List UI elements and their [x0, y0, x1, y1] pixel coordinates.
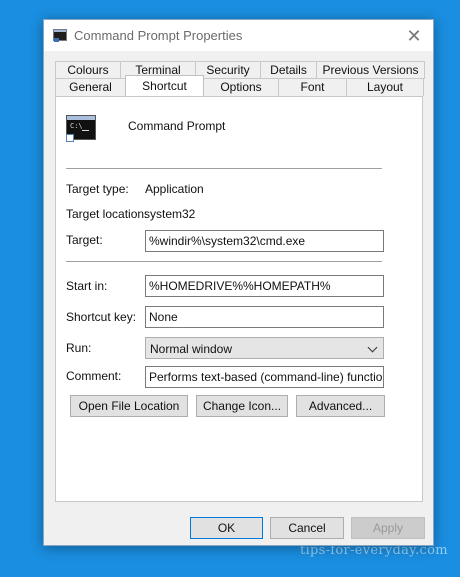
- tab-row-back: Colours Terminal Security Details Previo…: [55, 61, 425, 79]
- tab-row-front: General Shortcut Options Font Layout: [55, 75, 424, 96]
- tab-previous-versions[interactable]: Previous Versions: [316, 61, 425, 79]
- run-label: Run:: [66, 341, 92, 355]
- chevron-down-icon: [367, 342, 378, 353]
- target-type-value: Application: [145, 182, 204, 196]
- shortcut-arrow-icon: [66, 134, 74, 142]
- apply-button[interactable]: Apply: [351, 517, 425, 539]
- separator: [66, 168, 382, 169]
- start-in-label: Start in:: [66, 279, 108, 293]
- target-input[interactable]: %windir%\system32\cmd.exe: [145, 230, 384, 252]
- window-title: Command Prompt Properties: [74, 28, 243, 43]
- target-type-label: Target type:: [66, 182, 129, 196]
- shortcut-name: Command Prompt: [128, 119, 226, 133]
- change-icon-button[interactable]: Change Icon...: [196, 395, 288, 417]
- tab-security[interactable]: Security: [195, 61, 261, 79]
- shortcut-key-label: Shortcut key:: [66, 310, 137, 324]
- tab-details[interactable]: Details: [260, 61, 317, 79]
- comment-input[interactable]: Performs text-based (command-line) funct…: [145, 366, 384, 388]
- start-in-input[interactable]: %HOMEDRIVE%%HOMEPATH%: [145, 275, 384, 297]
- run-select-value: Normal window: [150, 342, 233, 356]
- tab-colours[interactable]: Colours: [55, 61, 121, 79]
- tab-layout[interactable]: Layout: [346, 78, 424, 96]
- target-label: Target:: [66, 233, 103, 247]
- close-button[interactable]: ✕: [398, 23, 430, 49]
- shortcut-panel: C:\ Command Prompt Target type: Applicat…: [55, 96, 423, 502]
- ok-button[interactable]: OK: [190, 517, 263, 539]
- tab-font[interactable]: Font: [278, 78, 347, 96]
- command-prompt-title-icon: [53, 29, 67, 42]
- title-bar[interactable]: Command Prompt Properties ✕: [44, 20, 433, 51]
- tab-shortcut[interactable]: Shortcut: [125, 75, 204, 96]
- tab-general[interactable]: General: [55, 78, 126, 96]
- close-icon: ✕: [406, 26, 422, 46]
- properties-dialog: Command Prompt Properties ✕ Colours Term…: [43, 19, 434, 546]
- cancel-button[interactable]: Cancel: [270, 517, 344, 539]
- target-location-label: Target location:: [66, 207, 148, 221]
- run-select[interactable]: Normal window: [145, 337, 384, 359]
- tab-options[interactable]: Options: [203, 78, 279, 96]
- advanced-button[interactable]: Advanced...: [296, 395, 385, 417]
- open-file-location-button[interactable]: Open File Location: [70, 395, 188, 417]
- separator: [66, 261, 382, 262]
- shortcut-key-input[interactable]: None: [145, 306, 384, 328]
- comment-label: Comment:: [66, 369, 122, 383]
- target-location-value: system32: [144, 207, 196, 221]
